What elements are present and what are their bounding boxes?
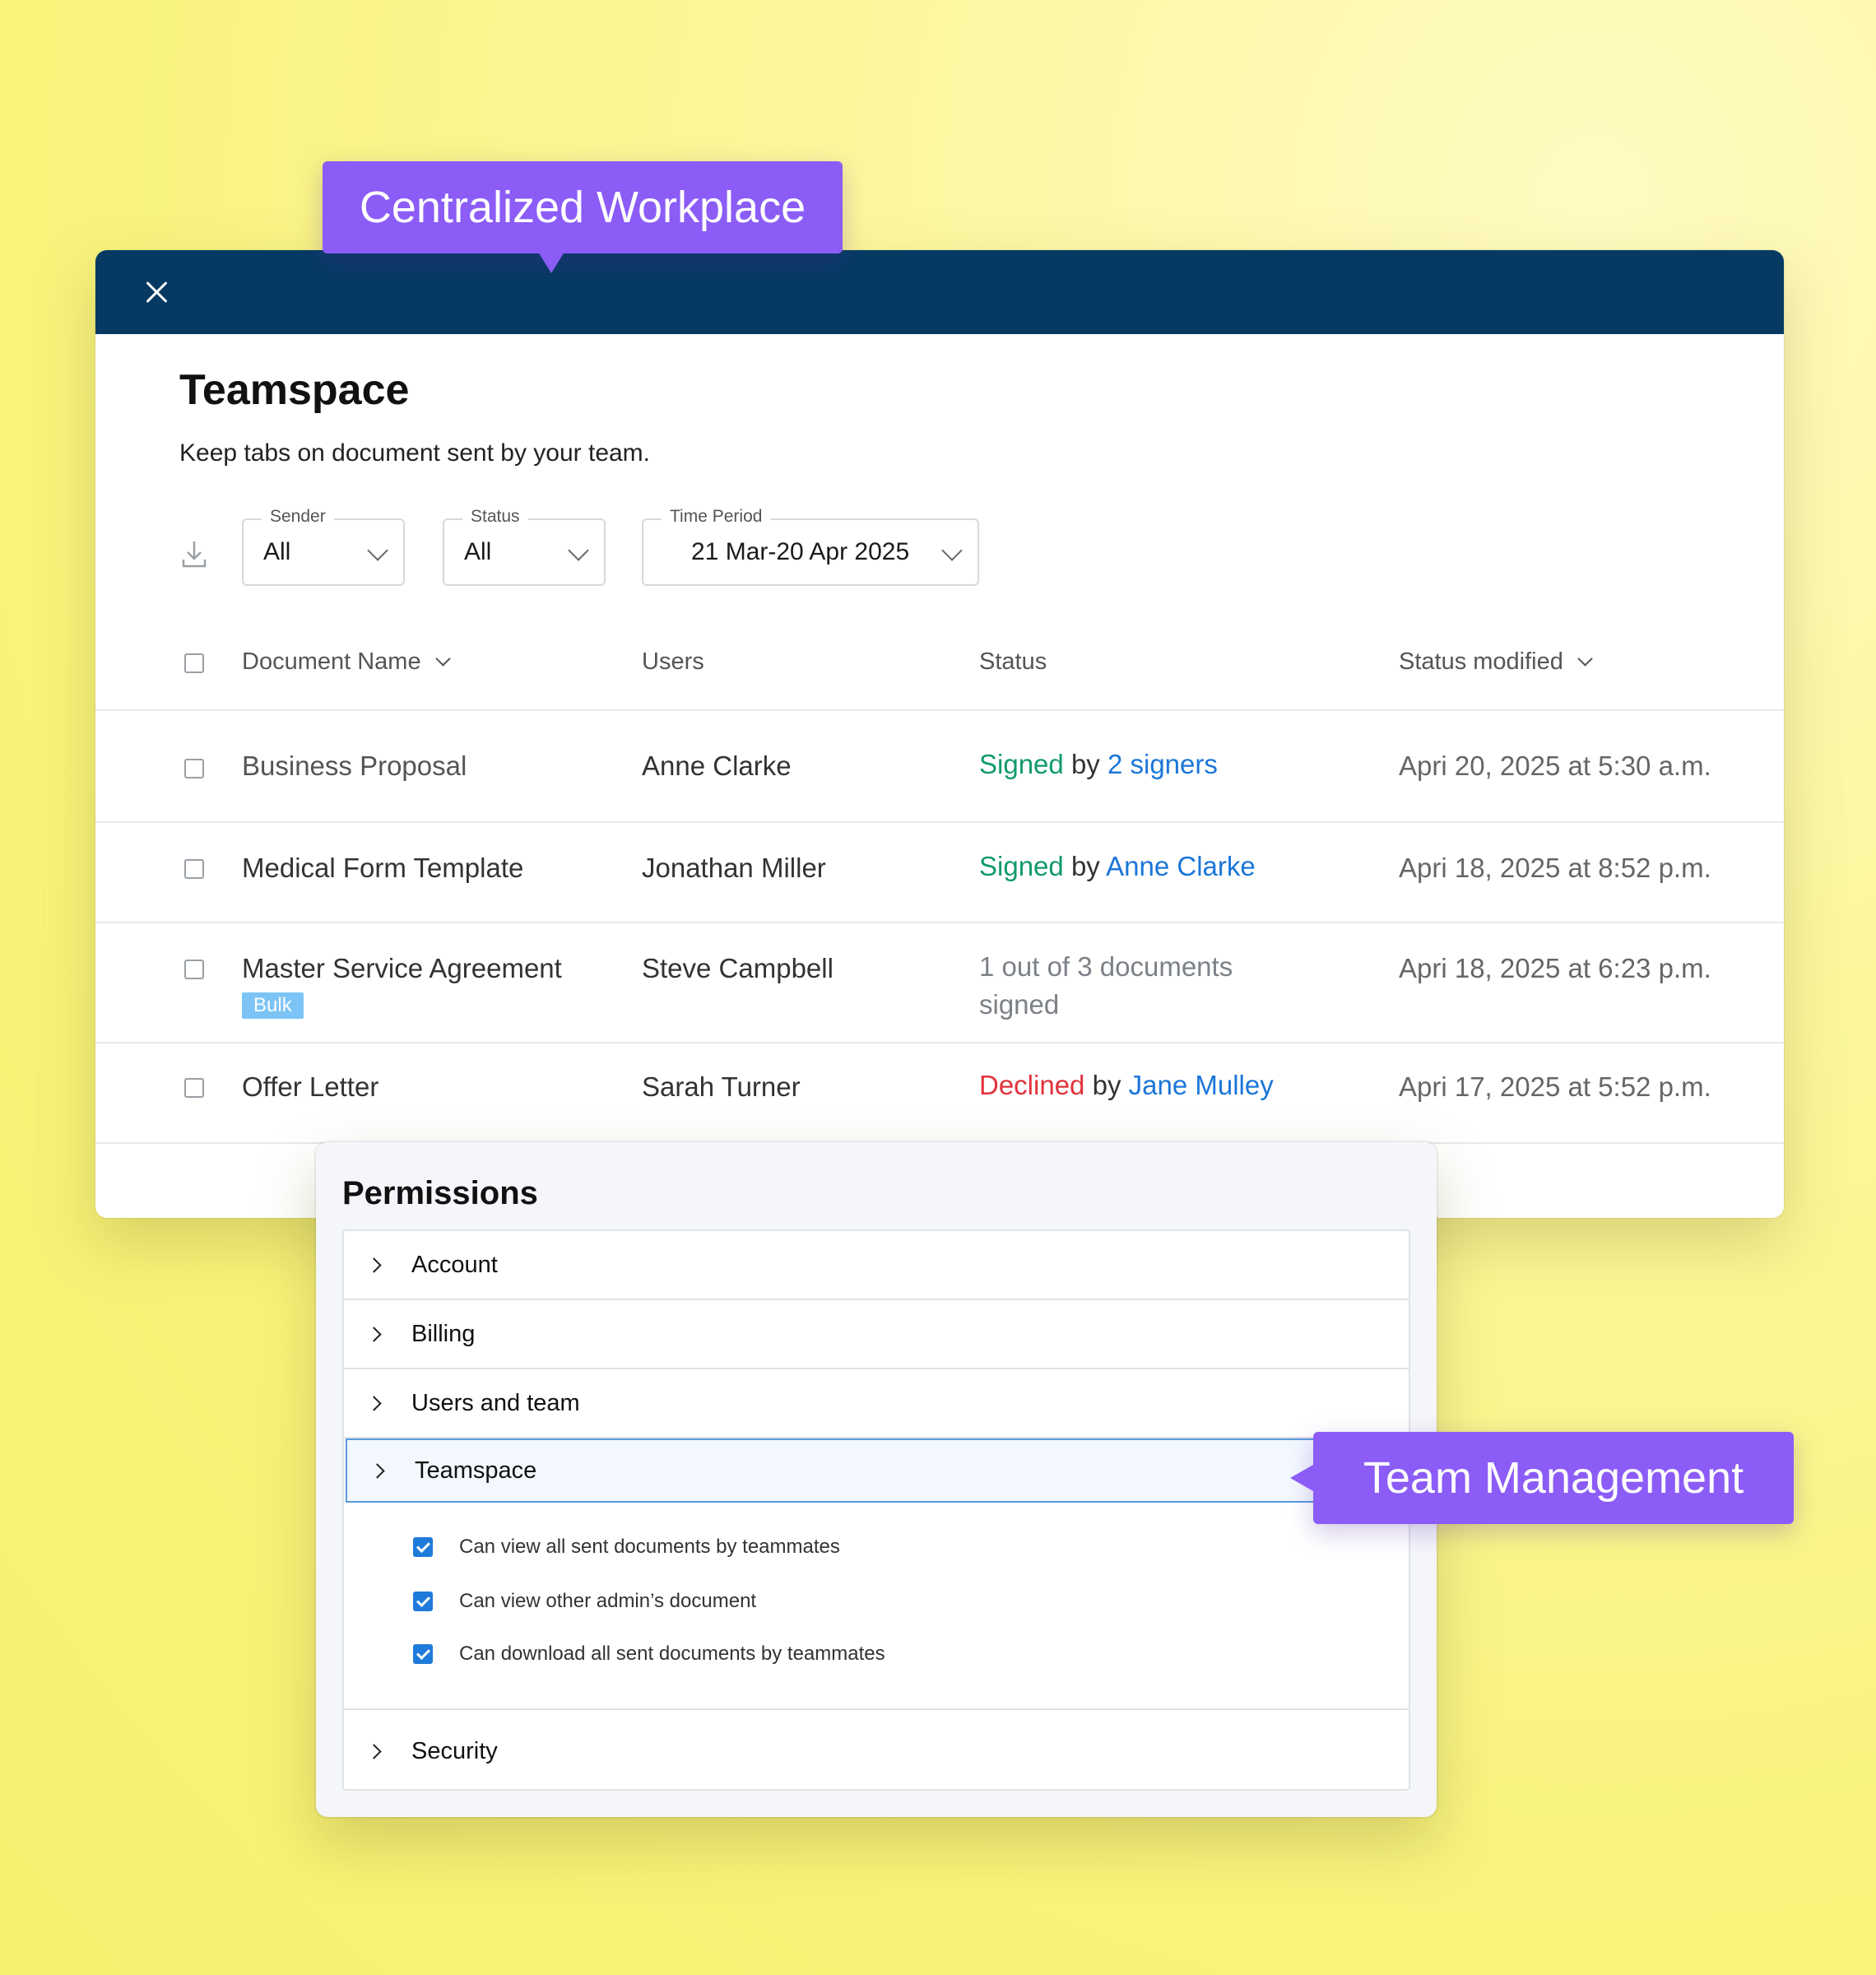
column-label: Document Name bbox=[242, 648, 421, 675]
permissions-title: Permissions bbox=[342, 1175, 538, 1211]
permission-item-label: Users and team bbox=[411, 1389, 580, 1416]
permission-item-users-and-team[interactable]: Users and team bbox=[344, 1369, 1409, 1438]
permission-item-teamspace[interactable]: Teamspace bbox=[346, 1438, 1407, 1503]
chevron-down-icon bbox=[568, 540, 589, 561]
user-name: Jonathan Miller bbox=[642, 853, 826, 883]
status-cell: Declined by Jane Mulley bbox=[979, 1066, 1325, 1104]
page-title: Teamspace bbox=[179, 366, 410, 414]
column-document-name[interactable]: Document Name bbox=[242, 648, 451, 676]
column-status: Status bbox=[979, 648, 1047, 676]
status-progress-text: 1 out of 3 documents signed bbox=[979, 951, 1233, 1020]
sender-filter[interactable]: Sender All bbox=[242, 507, 405, 586]
user-name: Steve Campbell bbox=[642, 953, 834, 983]
column-label: Status bbox=[979, 648, 1047, 675]
status-modified-date: Apri 18, 2025 at 6:23 p.m. bbox=[1399, 953, 1711, 983]
status-decliner-link[interactable]: Jane Mulley bbox=[1129, 1070, 1274, 1100]
chevron-right-icon bbox=[366, 1326, 382, 1342]
checkbox-checked[interactable] bbox=[413, 1592, 433, 1611]
row-checkbox[interactable] bbox=[184, 759, 204, 778]
teamspace-window: Teamspace Keep tabs on document sent by … bbox=[95, 250, 1784, 1218]
download-icon[interactable] bbox=[181, 537, 207, 569]
status-signed: Signed bbox=[979, 851, 1064, 881]
chevron-down-icon bbox=[434, 651, 451, 667]
permission-item-label: Billing bbox=[411, 1320, 476, 1347]
status-by: by bbox=[1092, 1070, 1121, 1100]
status-modified-date: Apri 18, 2025 at 8:52 p.m. bbox=[1399, 853, 1711, 883]
table-row[interactable]: Medical Form Template Jonathan Miller Si… bbox=[95, 823, 1784, 923]
status-signed: Signed bbox=[979, 749, 1064, 779]
permission-option[interactable]: Can view other admin’s document bbox=[413, 1590, 756, 1613]
document-name[interactable]: Master Service Agreement bbox=[242, 953, 562, 984]
permission-option-label: Can view all sent documents by teammates bbox=[459, 1536, 840, 1558]
callout-team-management: Team Management bbox=[1290, 1432, 1794, 1524]
sender-filter-value: All bbox=[263, 538, 291, 565]
status-declined: Declined bbox=[979, 1070, 1085, 1100]
permission-option-label: Can download all sent documents by teamm… bbox=[459, 1643, 885, 1665]
page-subtitle: Keep tabs on document sent by your team. bbox=[179, 439, 651, 467]
column-label: Users bbox=[642, 648, 704, 675]
document-name[interactable]: Business Proposal bbox=[242, 750, 467, 782]
permission-item-label: Account bbox=[411, 1251, 498, 1278]
sender-filter-label: Sender bbox=[262, 507, 334, 527]
select-all-checkbox[interactable] bbox=[184, 653, 204, 673]
column-users: Users bbox=[642, 648, 704, 676]
row-checkbox[interactable] bbox=[184, 1078, 204, 1098]
permission-item-label: Teamspace bbox=[415, 1457, 537, 1484]
chevron-down-icon bbox=[1577, 651, 1593, 667]
status-filter[interactable]: Status All bbox=[443, 507, 606, 586]
chevron-right-icon bbox=[366, 1743, 382, 1759]
table-row[interactable]: Business Proposal Anne Clarke Signed by … bbox=[95, 713, 1784, 823]
table-row[interactable]: Master Service Agreement Bulk Steve Camp… bbox=[95, 923, 1784, 1043]
document-name[interactable]: Medical Form Template bbox=[242, 853, 523, 884]
status-by: by bbox=[1070, 749, 1100, 779]
row-checkbox[interactable] bbox=[184, 859, 204, 879]
permission-option[interactable]: Can download all sent documents by teamm… bbox=[413, 1643, 885, 1666]
table-row[interactable]: Offer Letter Sarah Turner Declined by Ja… bbox=[95, 1043, 1784, 1144]
status-filter-label: Status bbox=[462, 507, 528, 527]
document-name[interactable]: Offer Letter bbox=[242, 1071, 378, 1103]
bulk-badge: Bulk bbox=[242, 992, 304, 1019]
checkbox-checked[interactable] bbox=[413, 1644, 433, 1664]
user-name: Anne Clarke bbox=[642, 750, 792, 781]
window-titlebar bbox=[95, 250, 1784, 334]
row-checkbox[interactable] bbox=[184, 960, 204, 979]
close-icon[interactable] bbox=[142, 276, 173, 308]
checkbox-checked[interactable] bbox=[413, 1537, 433, 1557]
permissions-list: Account Billing Users and team Teamspace… bbox=[342, 1229, 1410, 1791]
status-by: by bbox=[1070, 851, 1100, 881]
permissions-panel: Permissions Account Billing Users and te… bbox=[316, 1142, 1437, 1817]
column-status-modified[interactable]: Status modified bbox=[1399, 648, 1593, 676]
user-name: Sarah Turner bbox=[642, 1071, 801, 1102]
permission-option[interactable]: Can view all sent documents by teammates bbox=[413, 1536, 840, 1559]
chevron-down-icon bbox=[941, 540, 963, 561]
status-filter-value: All bbox=[464, 538, 492, 565]
callout-label: Centralized Workplace bbox=[359, 183, 806, 232]
time-period-filter[interactable]: Time Period 21 Mar-20 Apr 2025 bbox=[642, 507, 979, 586]
chevron-right-icon bbox=[366, 1395, 382, 1411]
chevron-right-icon bbox=[369, 1462, 385, 1479]
time-period-filter-value: 21 Mar-20 Apr 2025 bbox=[691, 538, 910, 565]
status-modified-date: Apri 20, 2025 at 5:30 a.m. bbox=[1399, 750, 1711, 781]
column-label: Status modified bbox=[1399, 648, 1563, 675]
status-signer-link[interactable]: Anne Clarke bbox=[1106, 851, 1256, 881]
chevron-right-icon bbox=[366, 1257, 382, 1273]
status-modified-date: Apri 17, 2025 at 5:52 p.m. bbox=[1399, 1071, 1711, 1102]
permission-item-account[interactable]: Account bbox=[344, 1231, 1409, 1300]
permission-item-security[interactable]: Security bbox=[344, 1708, 1409, 1789]
permission-item-label: Security bbox=[411, 1737, 498, 1764]
callout-label: Team Management bbox=[1363, 1453, 1744, 1503]
status-signers-link[interactable]: 2 signers bbox=[1107, 749, 1218, 779]
permission-option-label: Can view other admin’s document bbox=[459, 1590, 757, 1612]
status-cell: Signed by Anne Clarke bbox=[979, 848, 1325, 885]
table-header: Document Name Users Status Status modifi… bbox=[95, 604, 1784, 711]
time-period-filter-label: Time Period bbox=[662, 507, 771, 527]
status-cell: Signed by 2 signers bbox=[979, 746, 1325, 783]
chevron-down-icon bbox=[367, 540, 388, 561]
callout-centralized-workplace: Centralized Workplace bbox=[323, 161, 843, 273]
permission-item-billing[interactable]: Billing bbox=[344, 1300, 1409, 1369]
